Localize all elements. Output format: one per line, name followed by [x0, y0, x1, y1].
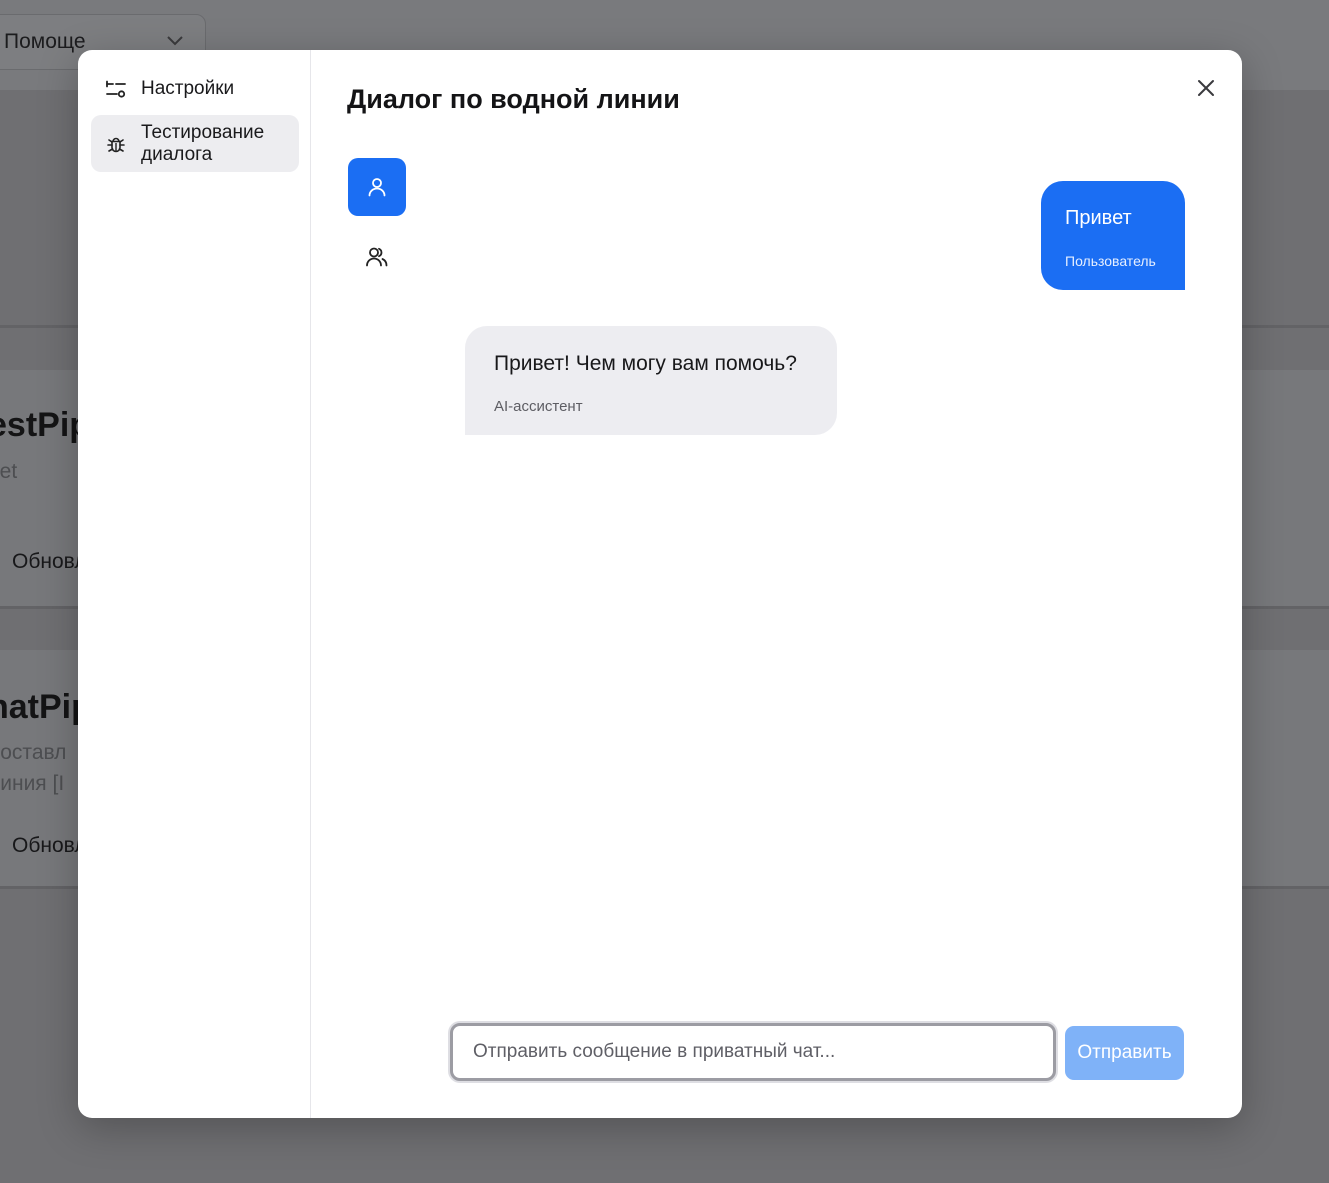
- close-icon[interactable]: [1192, 74, 1220, 102]
- message-input[interactable]: [450, 1023, 1056, 1081]
- role-users-button[interactable]: [348, 228, 406, 286]
- modal-sidebar: Настройки Тестирование диалога: [78, 50, 311, 1118]
- background-card-button: Обновл: [12, 550, 87, 573]
- sidebar-item-dialog-testing[interactable]: Тестирование диалога: [91, 115, 299, 172]
- background-card-button: Обновл: [12, 834, 87, 857]
- message-text: Привет! Чем могу вам помочь?: [494, 352, 797, 375]
- background-card-subtitle: доставл: [0, 741, 67, 764]
- dialog-modal: Настройки Тестирование диалога Диалог по…: [78, 50, 1242, 1118]
- sidebar-item-label: Настройки: [141, 78, 235, 99]
- message-bubble-user: Привет Пользователь: [1041, 181, 1185, 290]
- sliders-icon: [106, 80, 126, 98]
- background-card-subtitle: линия [I: [0, 772, 65, 795]
- background-card-subtitle: net: [0, 460, 18, 483]
- modal-title: Диалог по водной линии: [347, 84, 680, 114]
- background-card-title: estPip: [0, 406, 91, 444]
- bug-icon: [107, 137, 125, 152]
- user-icon: [368, 178, 386, 197]
- background-select-label: Помоще: [4, 30, 86, 53]
- message-author: AI-ассистент: [494, 398, 583, 415]
- chevron-down-icon: [167, 36, 183, 46]
- message-author: Пользователь: [1065, 253, 1156, 269]
- message-bubble-assistant: Привет! Чем могу вам помочь? AI-ассистен…: [465, 326, 837, 435]
- users-icon: [366, 247, 388, 267]
- send-button[interactable]: Отправить: [1065, 1026, 1184, 1080]
- sidebar-item-label: Тестирование диалога: [141, 121, 265, 165]
- sidebar-item-settings[interactable]: Настройки: [91, 70, 299, 108]
- role-user-button[interactable]: [348, 158, 406, 216]
- message-text: Привет: [1065, 207, 1132, 229]
